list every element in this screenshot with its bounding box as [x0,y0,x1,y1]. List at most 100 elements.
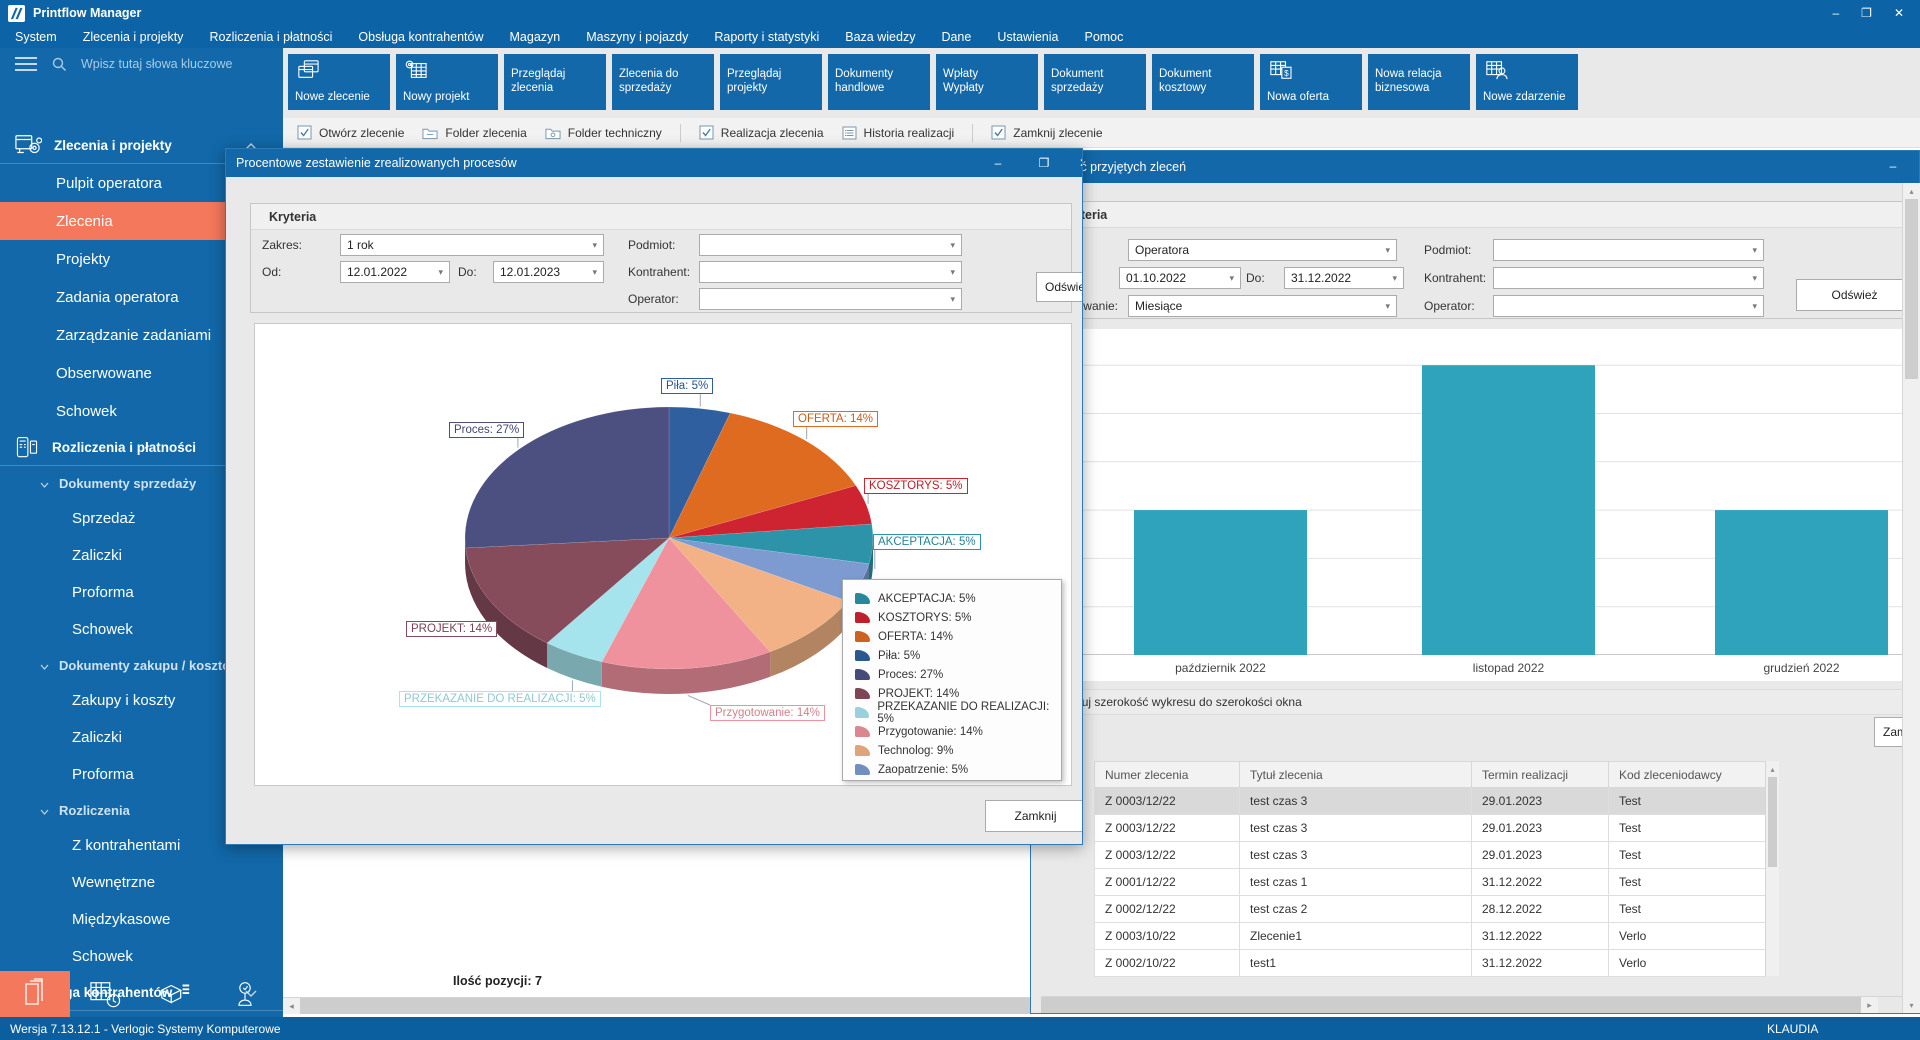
scrollbar-thumb[interactable] [1768,777,1777,867]
menu-magazyn[interactable]: Magazyn [497,26,574,48]
date-from-field[interactable]: 12.01.2022 ▾ [340,261,450,283]
action-label: Otwórz zlecenie [319,126,404,140]
scroll-right-icon[interactable]: ▸ [1861,997,1878,1013]
table-cell: 29.01.2023 [1472,788,1609,815]
scroll-up-icon[interactable]: ▴ [1766,761,1779,777]
menu-baza-wiedzy[interactable]: Baza wiedzy [832,26,928,48]
menu-obsługa-kontrahentów[interactable]: Obsługa kontrahentów [345,26,496,48]
scroll-up-icon[interactable]: ▴ [1903,183,1920,199]
operator-select[interactable]: ▾ [699,288,962,310]
table-row[interactable]: Z 0002/10/22test131.12.2022Verlo [1095,950,1766,977]
restore-icon[interactable]: ❐ [1032,156,1056,170]
toolbar-nowe-zdarzenie-button[interactable]: Nowe zdarzenie [1476,54,1578,110]
column-header-numer-zlecenia[interactable]: Numer zlecenia [1095,762,1240,788]
sidebar-footer-package-button[interactable] [140,971,210,1017]
refresh-button[interactable]: Odśwież [1796,279,1913,311]
sidebar-footer-documents-button[interactable] [0,971,70,1017]
close-icon[interactable]: ✕ [1894,6,1904,20]
toolbar-dokument-sprzedaży-button[interactable]: Dokument sprzedaży [1044,54,1146,110]
orders-vertical-scrollbar[interactable]: ▴ ▾ [1902,183,1920,1013]
minimize-icon[interactable]: – [1881,159,1905,173]
toolbar-nowa-oferta-button[interactable]: $Nowa oferta [1260,54,1362,110]
table-row[interactable]: Z 0003/12/22test czas 329.01.2023Test [1095,815,1766,842]
table-scrollbar[interactable]: ▴ [1765,761,1779,976]
legend-swatch [855,650,870,661]
table-row[interactable]: Z 0001/12/22test czas 131.12.2022Test [1095,869,1766,896]
action-otwórz-zlecenie[interactable]: Otwórz zlecenie [297,125,404,140]
date-to-field[interactable]: 31.12.2022 ▾ [1284,267,1404,289]
menu-dane[interactable]: Dane [928,26,984,48]
pie-dialog-titlebar[interactable]: Procentowe zestawienie zrealizowanych pr… [226,149,1082,177]
toolbar-dokument-kosztowy-button[interactable]: Dokument kosztowy [1152,54,1254,110]
table-row[interactable]: Z 0003/12/22test czas 329.01.2023Test [1095,788,1766,815]
sidebar-item-międzykasowe[interactable]: Międzykasowe [0,901,283,938]
fit-chart-label: Dopasuj szerokość wykresu do szerokości … [1047,695,1302,709]
kontrahent-select[interactable]: ▾ [1493,267,1764,289]
sidebar-footer-calendar-clock-button[interactable] [70,971,140,1017]
date-from-field[interactable]: 01.10.2022 ▾ [1119,267,1241,289]
sidebar-item-wewnętrzne[interactable]: Wewnętrzne [0,864,283,901]
minimize-icon[interactable]: – [1832,6,1839,20]
sidebar-footer-kiosk-button[interactable] [210,971,280,1017]
range-select[interactable]: 1 rok ▾ [340,234,604,256]
date-to-field[interactable]: 12.01.2023 ▾ [493,261,604,283]
orders-window-titlebar[interactable]: Ilość przyjętych zleceń – [1031,151,1919,183]
action-folder-zlecenia[interactable]: Folder zlecenia [422,126,526,140]
podmiot-select[interactable]: ▾ [699,234,962,256]
search-input[interactable]: Wpisz tutaj słowa kluczowe [81,57,232,71]
toolbar-dokumenty-handlowe-button[interactable]: Dokumenty handlowe [828,54,930,110]
grouping-select[interactable]: Miesiące ▾ [1128,295,1397,317]
action-zamknij-zlecenie[interactable]: Zamknij zlecenie [991,125,1102,140]
podmiot-select[interactable]: ▾ [1493,239,1764,261]
legend-label: Technolog: 9% [878,745,953,757]
operator-select[interactable]: ▾ [1493,295,1764,317]
minimize-icon[interactable]: – [986,156,1010,170]
app-titlebar: Printflow Manager – ❐ ✕ [0,0,1920,26]
toolbar-nowe-zlecenie-button[interactable]: Nowe zlecenie [288,54,390,110]
sidebar-item-schowek[interactable]: Schowek [0,938,283,975]
table-row[interactable]: Z 0003/12/22test czas 329.01.2023Test [1095,842,1766,869]
menu-ustawienia[interactable]: Ustawienia [984,26,1071,48]
toolbar-przeglądaj-zlecenia-button[interactable]: Przeglądaj zlecenia [504,54,606,110]
scrollbar-thumb[interactable] [1905,199,1918,379]
sidebar-search[interactable]: Wpisz tutaj słowa kluczowe [0,48,283,80]
restore-icon[interactable]: ❐ [1861,6,1872,20]
toolbar-nowy-projekt-button[interactable]: Nowy projekt [396,54,498,110]
legend-item-zaopatrzenie: Zaopatrzenie: 5% [855,760,1061,779]
column-header-tytuł-zlecenia[interactable]: Tytuł zlecenia [1240,762,1472,788]
hamburger-icon[interactable] [14,56,38,72]
close-icon[interactable]: ✕ [1072,156,1083,170]
scroll-left-icon[interactable]: ◂ [283,998,300,1014]
toolbar-wpłaty-wypłaty-button[interactable]: Wpłaty Wypłaty [936,54,1038,110]
menu-system[interactable]: System [2,26,70,48]
action-historia-realizacji[interactable]: Historia realizacji [842,126,955,140]
menu-zlecenia-i-projekty[interactable]: Zlecenia i projekty [70,26,197,48]
scrollbar-thumb[interactable] [300,998,1040,1014]
orders-horizontal-scrollbar[interactable]: ▸ [1041,996,1903,1013]
menu-rozliczenia-i-płatności[interactable]: Rozliczenia i płatności [196,26,345,48]
menu-pomoc[interactable]: Pomoc [1071,26,1136,48]
chevron-down-icon: ▾ [1392,273,1397,284]
scroll-down-icon[interactable]: ▾ [1903,997,1920,1013]
toolbar-przeglądaj-projekty-button[interactable]: Przeglądaj projekty [720,54,822,110]
close-button[interactable]: Zamknij [985,800,1083,832]
horizontal-scrollbar[interactable]: ◂ [283,997,1074,1014]
menu-raporty-i-statystyki[interactable]: Raporty i statystyki [701,26,832,48]
refresh-button[interactable]: Odśwież [1036,272,1083,302]
kontrahent-select[interactable]: ▾ [699,261,962,283]
podmiot-label: Podmiot: [628,238,675,252]
column-header-termin-realizacji[interactable]: Termin realizacji [1472,762,1609,788]
toolbar-nowa-relacja-biznesowa-button[interactable]: Nowa relacja biznesowa [1368,54,1470,110]
table-row[interactable]: Z 0002/12/22test czas 228.12.2022Test [1095,896,1766,923]
toolbar-zlecenia-do-sprzedaży-button[interactable]: Zlecenia do sprzedaży [612,54,714,110]
table-cell: Z 0003/12/22 [1095,788,1240,815]
table-row[interactable]: Z 0003/10/22Zlecenie131.12.2022Verlo [1095,923,1766,950]
menu-maszyny-i-pojazdy[interactable]: Maszyny i pojazdy [573,26,701,48]
pie-dialog-title: Procentowe zestawienie zrealizowanych pr… [236,156,517,170]
action-folder-techniczny[interactable]: Folder techniczny [545,126,662,140]
action-realizacja-zlecenia[interactable]: Realizacja zlecenia [699,125,824,140]
scope-select[interactable]: Operatora ▾ [1128,239,1397,261]
scrollbar-thumb[interactable] [1041,997,1861,1013]
column-header-kod-zleceniodawcy[interactable]: Kod zleceniodawcy [1609,762,1766,788]
toolbar-button-label: Dokument kosztowy [1159,68,1247,95]
